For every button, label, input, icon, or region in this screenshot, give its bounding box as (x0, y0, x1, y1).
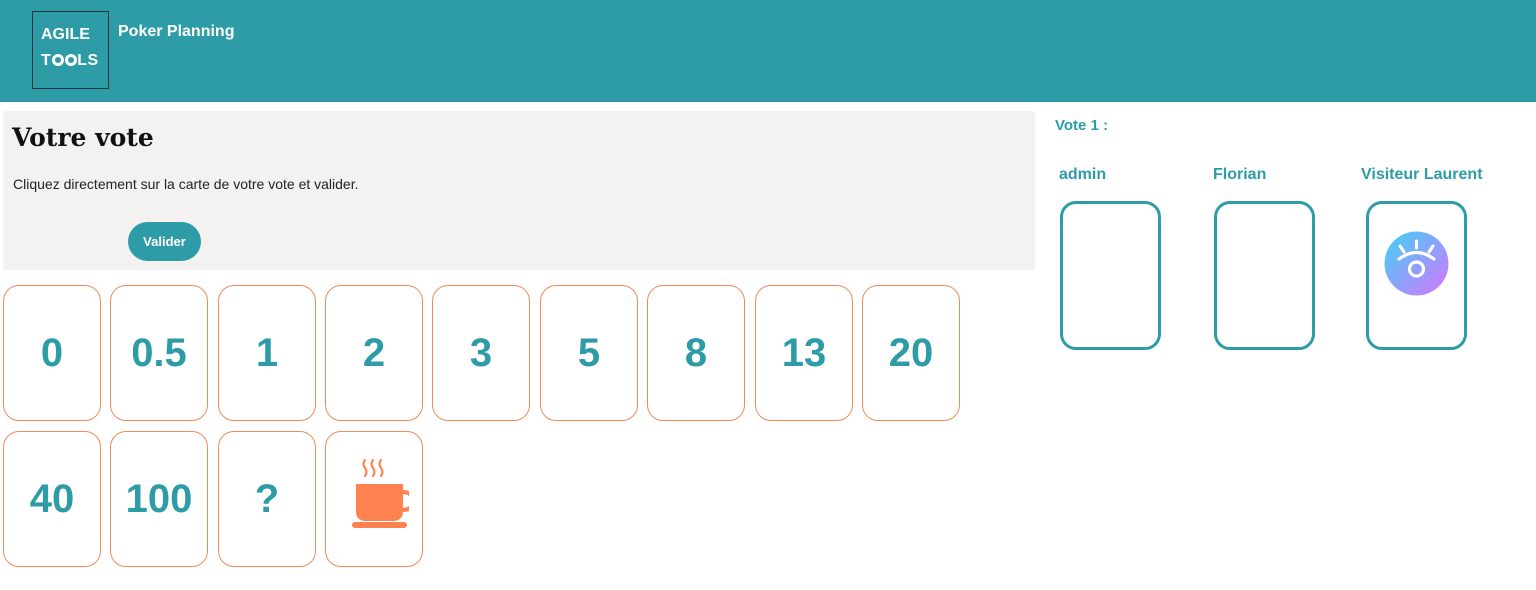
card-value: 5 (577, 330, 601, 375)
vote-card[interactable]: ? (218, 431, 316, 567)
card-value: 0 (40, 330, 64, 375)
eye-icon (1384, 231, 1449, 296)
player-card (1060, 201, 1161, 350)
coffee-card[interactable] (325, 431, 423, 567)
vote-card[interactable]: 40 (3, 431, 101, 567)
vote-card[interactable]: 2 (325, 285, 423, 421)
agile-tools-logo[interactable]: AGILE T LS (32, 11, 109, 89)
card-value: 0.5 (131, 330, 187, 375)
vote-card[interactable]: 1 (218, 285, 316, 421)
vote-instructions: Cliquez directement sur la carte de votr… (13, 176, 359, 192)
card-value: ? (254, 476, 280, 521)
player-card (1366, 201, 1467, 350)
card-value: 1 (255, 330, 279, 375)
player-name: Visiteur Laurent (1361, 166, 1483, 183)
card-value: 13 (781, 330, 827, 375)
vote-card[interactable]: 13 (755, 285, 853, 421)
player-name: admin (1059, 166, 1107, 183)
card-value: 100 (125, 476, 193, 521)
vote-card[interactable]: 8 (647, 285, 745, 421)
card-value: 40 (29, 476, 75, 521)
card-value: 2 (362, 330, 386, 375)
valider-button[interactable]: Valider (128, 222, 201, 261)
coffee-cup-icon (352, 458, 409, 528)
vote-card[interactable]: 5 (540, 285, 638, 421)
vote-card[interactable]: 0.5 (110, 285, 208, 421)
player-name: Florian (1213, 166, 1267, 183)
round-label: Vote 1 : (1055, 117, 1109, 134)
logo-line-2: T LS (41, 52, 99, 69)
vote-card[interactable]: 0 (3, 285, 101, 421)
card-value: 8 (684, 330, 708, 375)
app-header: AGILE T LS Poker Planning (0, 0, 1536, 102)
vote-panel: Votre vote Cliquez directement sur la ca… (3, 111, 1035, 270)
vote-title: Votre vote (12, 123, 154, 152)
logo-line-1: AGILE (41, 26, 90, 43)
player-card (1214, 201, 1315, 350)
card-value: 3 (469, 330, 493, 375)
vote-card[interactable]: 20 (862, 285, 960, 421)
app-title[interactable]: Poker Planning (118, 23, 234, 41)
vote-card[interactable]: 3 (432, 285, 530, 421)
card-value: 20 (888, 330, 934, 375)
vote-card[interactable]: 100 (110, 431, 208, 567)
